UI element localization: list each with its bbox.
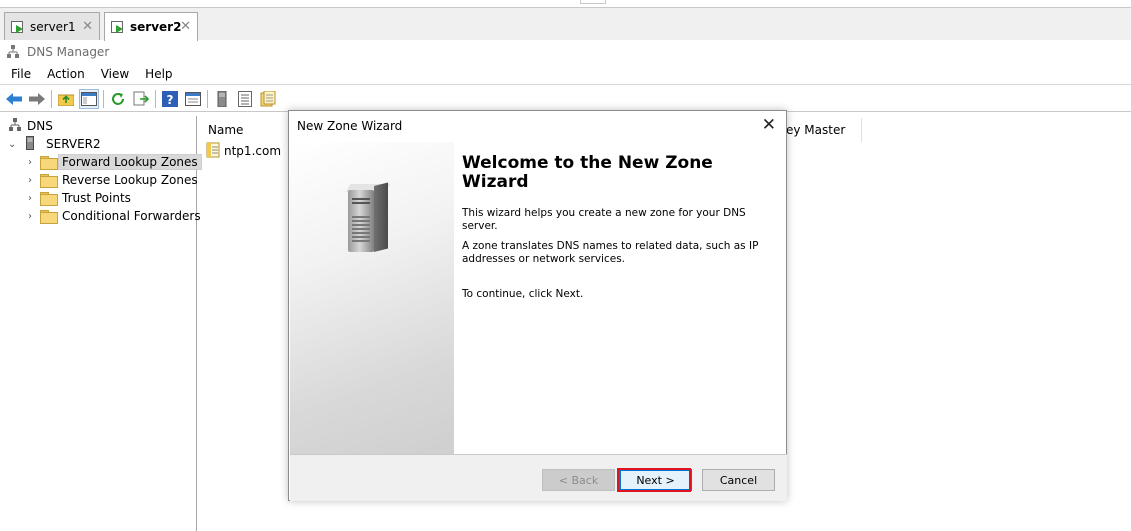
- list-item-label: ntp1.com: [224, 144, 282, 158]
- chevron-right-icon[interactable]: ›: [28, 175, 40, 186]
- dns-icon: [8, 117, 22, 135]
- zone-file-icon[interactable]: [258, 89, 278, 109]
- chevron-down-icon[interactable]: ⌄: [8, 139, 20, 150]
- new-zone-wizard-dialog: New Zone Wizard ✕ Welcome to the New Zon…: [288, 110, 787, 501]
- forward-arrow-icon[interactable]: [27, 89, 47, 109]
- record-list-icon[interactable]: [235, 89, 255, 109]
- top-strip: [0, 0, 1131, 8]
- server-tower-icon: [348, 190, 374, 252]
- help-icon[interactable]: ?: [160, 89, 180, 109]
- menu-bar: File Action View Help: [0, 64, 1131, 85]
- cancel-button[interactable]: Cancel: [702, 469, 775, 491]
- tree-label: SERVER2: [46, 137, 101, 151]
- chevron-right-icon[interactable]: ›: [28, 211, 40, 222]
- wizard-intro-text: This wizard helps you create a new zone …: [462, 207, 746, 232]
- show-hide-tree-icon[interactable]: [79, 88, 99, 109]
- up-folder-icon[interactable]: [56, 89, 76, 109]
- tab-label: server2: [130, 20, 182, 34]
- tab-bar: server1 ✕ server2 ✕: [0, 8, 1131, 41]
- tree-label: DNS: [27, 119, 53, 133]
- top-nub: [580, 0, 606, 4]
- tree-label: Forward Lookup Zones: [58, 154, 202, 170]
- close-icon[interactable]: ✕: [180, 19, 191, 34]
- tree-pane: DNS ⌄ SERVER2 › Forward Lookup Zones › R…: [0, 116, 202, 531]
- server-vent: [352, 202, 370, 204]
- wizard-continue-text: To continue, click Next.: [462, 288, 584, 300]
- list-item[interactable]: ntp1.com: [206, 142, 281, 160]
- dns-manager-icon: [6, 45, 20, 59]
- tree-item-server2[interactable]: ⌄ SERVER2: [8, 135, 101, 153]
- tree-item-reverse-lookup-zones[interactable]: › Reverse Lookup Zones: [28, 171, 198, 189]
- close-icon[interactable]: ✕: [82, 19, 93, 34]
- tree-label: Trust Points: [62, 191, 131, 205]
- chevron-right-icon[interactable]: ›: [28, 193, 40, 204]
- window-title: DNS Manager: [27, 45, 110, 59]
- vm-icon: [111, 20, 125, 34]
- folder-icon: [40, 210, 58, 224]
- svg-text:?: ?: [167, 93, 174, 107]
- tab-server2[interactable]: server2 ✕: [104, 12, 198, 41]
- chevron-right-icon[interactable]: ›: [28, 157, 40, 168]
- folder-icon: [40, 174, 58, 188]
- column-header-name[interactable]: Name: [200, 118, 290, 142]
- title-bar: DNS Manager: [0, 40, 1131, 64]
- menu-help[interactable]: Help: [145, 67, 172, 81]
- server-vent: [352, 220, 370, 222]
- menu-view[interactable]: View: [101, 67, 129, 81]
- wizard-heading: Welcome to the New Zone Wizard: [462, 153, 713, 192]
- tree-item-conditional-forwarders[interactable]: › Conditional Forwarders: [28, 207, 201, 225]
- menu-action[interactable]: Action: [47, 67, 85, 81]
- menu-file[interactable]: File: [11, 67, 31, 81]
- tree-label: Reverse Lookup Zones: [62, 173, 198, 187]
- refresh-icon[interactable]: [108, 89, 128, 109]
- properties-icon[interactable]: [183, 89, 203, 109]
- tab-label: server1: [30, 19, 76, 34]
- server-vent: [352, 228, 370, 230]
- tree-item-trust-points[interactable]: › Trust Points: [28, 189, 131, 207]
- toolbar-separator: [51, 89, 52, 108]
- server-icon: [26, 135, 36, 153]
- folder-icon: [40, 192, 58, 206]
- back-button[interactable]: < Back: [542, 469, 615, 491]
- wizard-side-art: [290, 142, 454, 454]
- close-icon[interactable]: ✕: [762, 115, 776, 135]
- dialog-title: New Zone Wizard: [297, 119, 403, 133]
- toolbar-separator: [207, 89, 208, 108]
- export-list-icon[interactable]: [131, 89, 151, 109]
- toolbar-separator: [155, 89, 156, 108]
- tree-label: Conditional Forwarders: [62, 209, 201, 223]
- toolbar-separator: [103, 89, 104, 108]
- zone-file-icon: [206, 142, 222, 161]
- tab-server1[interactable]: server1 ✕: [4, 12, 100, 40]
- back-arrow-icon[interactable]: [4, 89, 24, 109]
- wizard-zone-text: A zone translates DNS names to related d…: [462, 240, 759, 265]
- server-vent: [352, 216, 370, 218]
- server-vent: [352, 240, 370, 242]
- next-button-highlight: [617, 468, 691, 492]
- folder-icon: [40, 156, 58, 170]
- server-vent: [352, 236, 370, 238]
- server-vent: [352, 224, 370, 226]
- vm-icon: [11, 20, 25, 34]
- toolbar: ?: [0, 86, 1131, 112]
- server-vent: [352, 198, 370, 200]
- server-side: [374, 182, 388, 252]
- server-vent: [352, 232, 370, 234]
- tree-item-dns[interactable]: DNS: [8, 117, 53, 135]
- tree-item-forward-lookup-zones[interactable]: › Forward Lookup Zones: [28, 153, 202, 171]
- server-icon[interactable]: [212, 89, 232, 109]
